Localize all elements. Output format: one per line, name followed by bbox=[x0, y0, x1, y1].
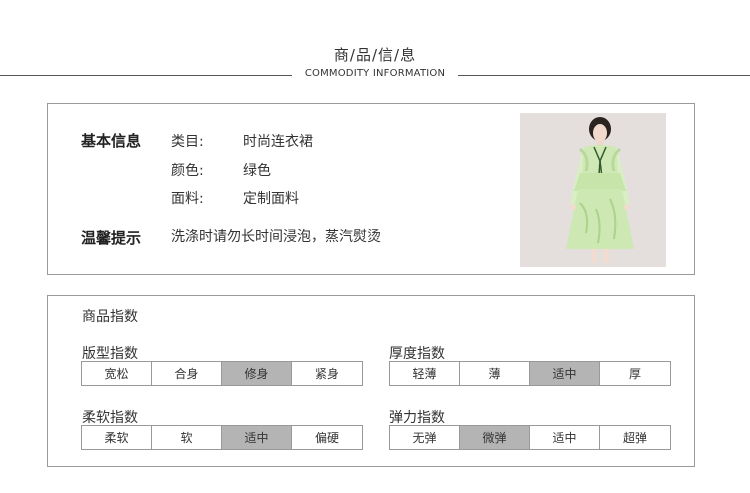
basic-info-heading: 基本信息 bbox=[81, 132, 142, 150]
care-tip-text: 洗涤时请勿长时间浸泡，蒸汽熨烫 bbox=[171, 229, 381, 245]
fabric-key: 面料: bbox=[171, 191, 204, 207]
product-photo bbox=[520, 113, 666, 267]
softness-option-selected: 适中 bbox=[222, 426, 292, 449]
elasticity-index-scale: 无弹 微弹 适中 超弹 bbox=[389, 425, 671, 450]
elasticity-index-title: 弹力指数 bbox=[389, 410, 445, 426]
thickness-option: 厚 bbox=[628, 367, 641, 381]
thickness-option: 轻薄 bbox=[390, 362, 460, 385]
thickness-index-title: 厚度指数 bbox=[389, 346, 445, 362]
thickness-option-selected: 适中 bbox=[530, 362, 600, 385]
fit-index-scale: 宽松 合身 修身 紧身 bbox=[81, 361, 363, 386]
elasticity-option: 无弹 bbox=[390, 426, 460, 449]
fit-option: 宽松 bbox=[82, 362, 152, 385]
product-index-heading: 商品指数 bbox=[82, 309, 138, 325]
fabric-value: 定制面料 bbox=[243, 191, 299, 207]
softness-index-title: 柔软指数 bbox=[82, 410, 138, 426]
thickness-index-scale: 轻薄 薄 适中 厚 bbox=[389, 361, 671, 386]
category-key: 类目: bbox=[171, 134, 204, 150]
softness-index-scale: 柔软 软 适中 偏硬 bbox=[81, 425, 363, 450]
fit-option-selected: 修身 bbox=[222, 362, 292, 385]
softness-option: 柔软 bbox=[82, 426, 152, 449]
care-tip-heading: 温馨提示 bbox=[81, 229, 142, 247]
header-divider-left bbox=[0, 75, 292, 76]
header-divider-right bbox=[458, 75, 750, 76]
page-title: 商/品/信/息 bbox=[333, 46, 417, 64]
elasticity-option: 超弹 bbox=[622, 431, 647, 445]
color-key: 颜色: bbox=[171, 163, 204, 179]
softness-option: 偏硬 bbox=[314, 431, 339, 445]
elasticity-option: 适中 bbox=[530, 426, 600, 449]
dress-model-illustration bbox=[520, 113, 666, 267]
elasticity-option-selected: 微弹 bbox=[460, 426, 530, 449]
page-subtitle: COMMODITY INFORMATION bbox=[304, 68, 446, 79]
fit-index-title: 版型指数 bbox=[82, 346, 138, 362]
color-value: 绿色 bbox=[243, 163, 271, 179]
fit-option: 合身 bbox=[152, 362, 222, 385]
fit-option: 紧身 bbox=[314, 367, 339, 381]
category-value: 时尚连衣裙 bbox=[243, 134, 313, 150]
thickness-option: 薄 bbox=[460, 362, 530, 385]
softness-option: 软 bbox=[152, 426, 222, 449]
